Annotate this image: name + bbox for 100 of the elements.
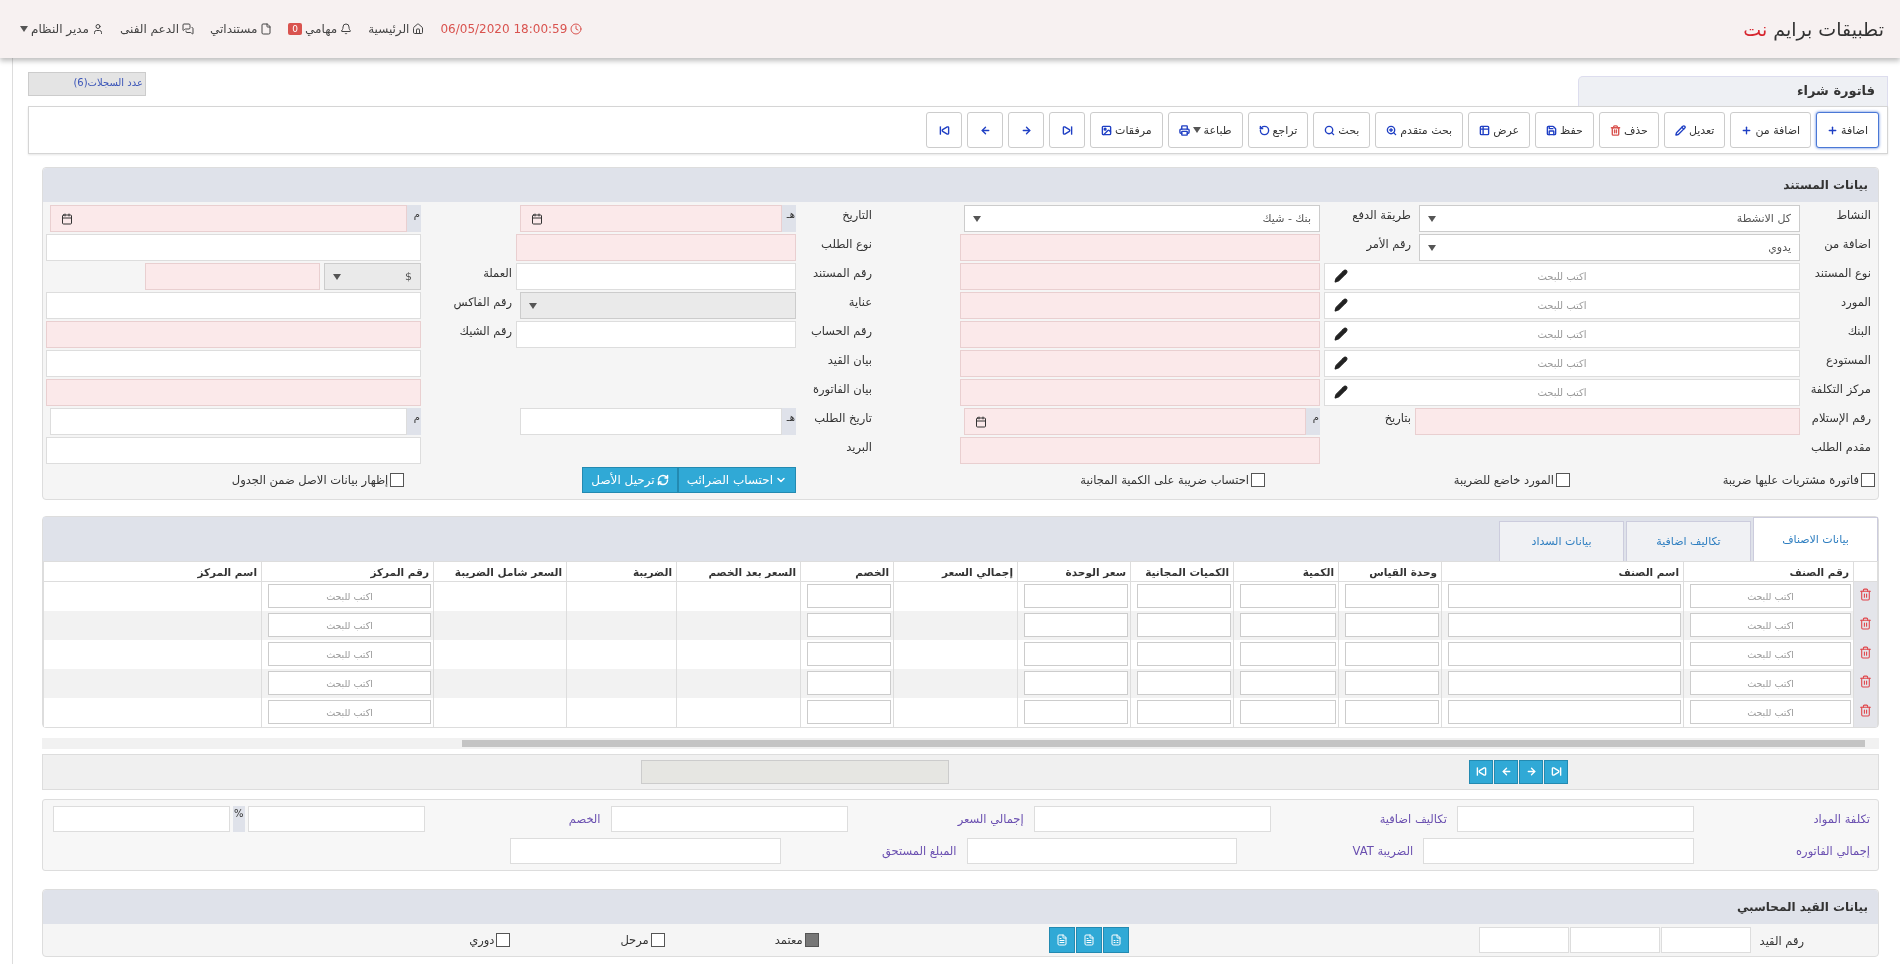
search-field[interactable]: اكتب للبحث <box>1324 321 1800 348</box>
pager-button[interactable] <box>1494 759 1518 784</box>
table-field[interactable] <box>1240 613 1336 637</box>
table-field[interactable] <box>1448 671 1681 695</box>
toolbar-button[interactable]: عرض <box>1468 112 1531 148</box>
text-field[interactable] <box>960 263 1320 290</box>
table-field[interactable] <box>807 642 891 666</box>
date-field[interactable] <box>50 205 407 232</box>
checkbox[interactable] <box>390 472 405 487</box>
export-button[interactable] <box>1102 926 1129 953</box>
toolbar-button[interactable]: تراجع <box>1247 112 1309 148</box>
horizontal-scrollbar[interactable] <box>42 737 1879 749</box>
text-field[interactable] <box>516 263 796 290</box>
nav-link[interactable]: مدير النظام <box>20 22 105 36</box>
table-field[interactable] <box>1448 613 1681 637</box>
text-field[interactable] <box>960 321 1320 348</box>
pager-button[interactable] <box>1544 759 1568 784</box>
search-field[interactable]: اكتب للبحث <box>1324 379 1800 406</box>
trash-icon[interactable] <box>1859 617 1872 630</box>
text-field[interactable] <box>1660 926 1751 953</box>
search-field[interactable]: اكتب للبحث <box>1324 350 1800 377</box>
table-field[interactable] <box>807 700 891 724</box>
amount-field[interactable] <box>966 837 1238 864</box>
currency-select[interactable]: $ <box>324 263 421 290</box>
toolbar-button[interactable]: بحث متقدم <box>1375 112 1464 148</box>
table-field[interactable] <box>807 584 891 609</box>
export-button[interactable] <box>1048 926 1075 953</box>
select-field[interactable] <box>520 292 796 319</box>
text-field[interactable] <box>46 379 421 406</box>
table-field[interactable] <box>1137 584 1231 609</box>
table-field[interactable] <box>1345 671 1439 695</box>
nav-button[interactable] <box>926 112 963 148</box>
pager-button[interactable] <box>1469 759 1493 784</box>
text-field[interactable] <box>46 350 421 377</box>
trash-icon[interactable] <box>1859 646 1872 659</box>
text-field[interactable] <box>516 234 796 261</box>
table-field[interactable] <box>1345 613 1439 637</box>
amount-field[interactable] <box>1033 805 1271 832</box>
table-field[interactable] <box>1345 642 1439 666</box>
pencil-icon[interactable] <box>1334 269 1348 283</box>
checkbox[interactable] <box>1556 472 1570 487</box>
search-field[interactable]: اكتب للبحث <box>1690 671 1851 695</box>
table-field[interactable] <box>1024 700 1128 724</box>
table-field[interactable] <box>1024 671 1128 695</box>
text-field[interactable] <box>960 437 1320 464</box>
text-field[interactable] <box>1415 408 1800 435</box>
search-field[interactable]: اكتب للبحث <box>268 700 431 724</box>
text-field[interactable] <box>46 321 421 348</box>
table-field[interactable] <box>807 613 891 637</box>
calendar-icon[interactable] <box>531 212 543 225</box>
checkbox[interactable] <box>804 932 819 947</box>
tab[interactable]: بيانات السداد <box>1499 521 1624 561</box>
date-field[interactable] <box>50 408 407 435</box>
table-field[interactable] <box>1345 584 1439 609</box>
nav-link[interactable]: الدعم الفنى <box>120 22 194 36</box>
text-field[interactable] <box>46 234 421 261</box>
pencil-icon[interactable] <box>1334 356 1348 370</box>
toolbar-button[interactable]: طباعة <box>1167 112 1243 148</box>
pencil-icon[interactable] <box>1334 298 1348 312</box>
search-field[interactable]: اكتب للبحث <box>1690 613 1851 637</box>
table-field[interactable] <box>807 671 891 695</box>
text-field[interactable] <box>145 263 320 290</box>
table-field[interactable] <box>1448 642 1681 666</box>
toolbar-button[interactable]: اضافة من <box>1730 112 1812 148</box>
table-field[interactable] <box>1024 613 1128 637</box>
text-field[interactable] <box>46 292 421 319</box>
pencil-icon[interactable] <box>1334 385 1348 399</box>
date-field[interactable] <box>964 408 1306 435</box>
tab[interactable]: تكاليف اضافية <box>1626 521 1751 561</box>
text-field[interactable] <box>960 379 1320 406</box>
trash-icon[interactable] <box>1859 675 1872 688</box>
text-field[interactable] <box>46 437 421 464</box>
nav-link[interactable]: الرئيسية <box>368 22 425 36</box>
select-field[interactable]: بنك - شيك <box>964 205 1320 232</box>
checkbox[interactable] <box>650 932 665 947</box>
table-field[interactable] <box>1345 700 1439 724</box>
tab[interactable]: بيانات الاصناف <box>1753 517 1878 561</box>
amount-field[interactable] <box>1423 837 1694 864</box>
nav-button[interactable] <box>1049 112 1086 148</box>
table-field[interactable] <box>1448 584 1681 609</box>
search-field[interactable]: اكتب للبحث <box>268 642 431 666</box>
amount-field[interactable] <box>53 805 230 832</box>
amount-field[interactable] <box>247 805 425 832</box>
search-field[interactable]: اكتب للبحث <box>1690 700 1851 724</box>
table-field[interactable] <box>1240 671 1336 695</box>
search-field[interactable]: اكتب للبحث <box>268 584 431 609</box>
table-field[interactable] <box>1024 584 1128 609</box>
text-field[interactable] <box>1478 926 1569 953</box>
trash-icon[interactable] <box>1859 588 1872 602</box>
select-field[interactable]: كل الانشطة <box>1419 205 1800 232</box>
table-field[interactable] <box>1137 671 1231 695</box>
amount-field[interactable] <box>610 805 848 832</box>
text-field[interactable] <box>1569 926 1660 953</box>
toolbar-button[interactable]: بحث <box>1313 112 1371 148</box>
text-field[interactable] <box>516 321 796 348</box>
toolbar-button[interactable]: تعديل <box>1663 112 1726 148</box>
toolbar-button[interactable]: مرفقات <box>1090 112 1163 148</box>
table-field[interactable] <box>1240 584 1336 609</box>
search-field[interactable]: اكتب للبحث <box>1324 292 1800 319</box>
table-field[interactable] <box>1240 700 1336 724</box>
